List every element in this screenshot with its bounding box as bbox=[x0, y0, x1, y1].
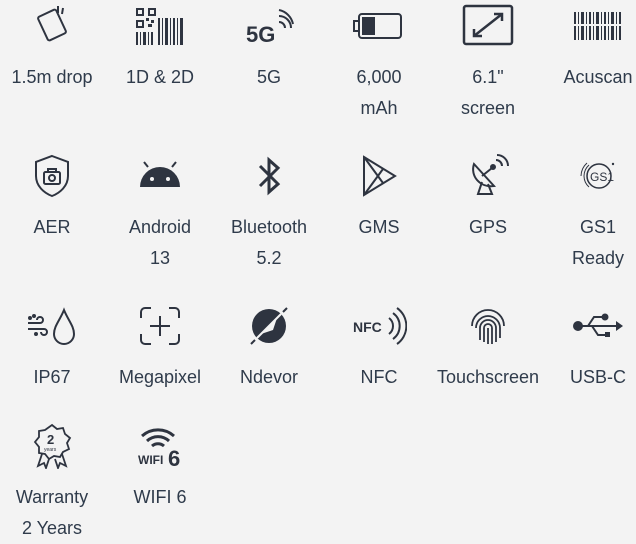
fingerprint-touch-icon bbox=[460, 302, 516, 350]
nfc-icon: NFC bbox=[351, 302, 407, 350]
screen-size-icon bbox=[460, 2, 516, 50]
google-play-icon bbox=[351, 152, 407, 200]
svg-text:2: 2 bbox=[47, 432, 54, 447]
feature-gms: GMS bbox=[324, 152, 434, 243]
feature-wifi6: WIFI 6 WIFI 6 bbox=[105, 422, 215, 513]
svg-text:5G: 5G bbox=[246, 22, 275, 46]
feature-grid: 1.5m drop 1D & 2D 5G 5G 6,000 mAh 6.1" s… bbox=[0, 0, 636, 544]
feature-label: USB-C bbox=[569, 367, 626, 387]
svg-text:WIFI: WIFI bbox=[138, 453, 163, 467]
feature-bluetooth: Bluetooth 5.2 bbox=[214, 152, 324, 274]
feature-aer: AER bbox=[0, 152, 107, 243]
svg-text:GS1: GS1 bbox=[590, 170, 614, 184]
feature-drop: 1.5m drop bbox=[0, 2, 107, 93]
usb-icon bbox=[570, 302, 626, 350]
feature-gs1: GS1 GS1 Ready bbox=[543, 152, 636, 274]
wifi6-icon: WIFI 6 bbox=[132, 422, 188, 470]
svg-text:years: years bbox=[44, 447, 57, 453]
barcode-qr-icon bbox=[132, 2, 188, 50]
svg-text:6: 6 bbox=[168, 446, 180, 468]
android-icon bbox=[132, 152, 188, 200]
feature-android: Android 13 bbox=[105, 152, 215, 274]
ndevor-icon bbox=[241, 302, 297, 350]
feature-label: WIFI 6 bbox=[133, 487, 187, 507]
feature-usbc: USB-C bbox=[543, 302, 636, 393]
feature-5g: 5G 5G bbox=[214, 2, 324, 93]
svg-text:NFC: NFC bbox=[353, 319, 382, 335]
feature-screen: 6.1" screen bbox=[433, 2, 543, 124]
feature-touchscreen: Touchscreen bbox=[433, 302, 543, 393]
feature-ndevor: Ndevor bbox=[214, 302, 324, 393]
feature-nfc: NFC NFC bbox=[324, 302, 434, 393]
feature-label: Acuscan bbox=[563, 67, 633, 87]
satellite-dish-icon bbox=[460, 152, 516, 200]
battery-icon bbox=[351, 2, 407, 50]
gs1-icon: GS1 bbox=[570, 152, 626, 200]
water-dust-icon bbox=[24, 302, 80, 350]
warranty-badge-icon: 2 years bbox=[24, 422, 80, 470]
camera-focus-icon bbox=[132, 302, 188, 350]
5g-icon: 5G bbox=[241, 2, 297, 50]
drop-test-icon bbox=[24, 2, 80, 50]
bluetooth-icon bbox=[241, 152, 297, 200]
feature-battery: 6,000 mAh bbox=[324, 2, 434, 124]
aer-shield-icon bbox=[24, 152, 80, 200]
feature-ip67: IP67 bbox=[0, 302, 107, 393]
feature-warranty: 2 years Warranty 2 Years bbox=[0, 422, 107, 544]
feature-label: GS1 Ready bbox=[571, 217, 625, 268]
acuscan-barcode-icon bbox=[570, 2, 626, 50]
feature-megapixel: Megapixel bbox=[105, 302, 215, 393]
feature-gps: GPS bbox=[433, 152, 543, 243]
feature-acuscan: Acuscan bbox=[543, 2, 636, 93]
feature-1d2d: 1D & 2D bbox=[105, 2, 215, 93]
